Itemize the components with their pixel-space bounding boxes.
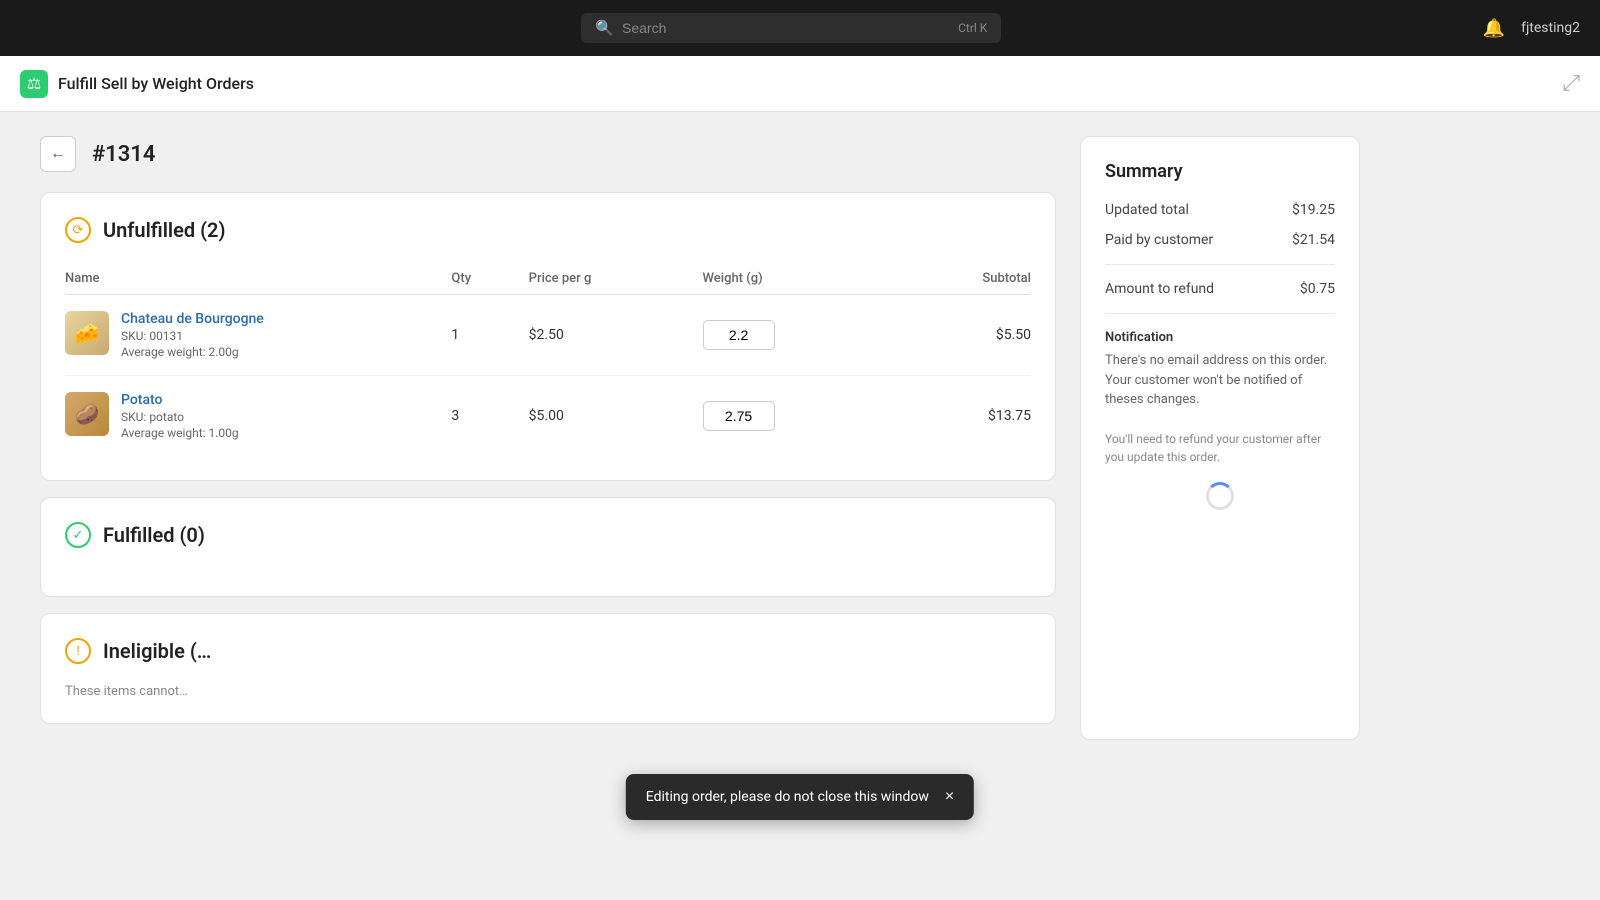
product-info: Potato SKU: potato Average weight: 1.00g <box>121 392 239 440</box>
updated-total-value: $19.25 <box>1292 202 1335 218</box>
ineligible-description: These items cannot… <box>65 684 1031 699</box>
fulfilled-card: ✓ Fulfilled (0) <box>40 497 1056 597</box>
search-input[interactable] <box>622 20 950 36</box>
col-price-per-g: Price per g <box>529 263 703 295</box>
unfulfilled-title: Unfulfilled (2) <box>103 218 226 242</box>
product-avg-weight: Average weight: 1.00g <box>121 426 239 440</box>
weight-cell[interactable] <box>703 295 877 376</box>
weight-input[interactable] <box>703 401 775 431</box>
summary-updated-total: Updated total $19.25 <box>1105 202 1335 218</box>
subtotal-cell: $5.50 <box>876 295 1031 376</box>
summary-title: Summary <box>1105 161 1335 182</box>
search-shortcut: Ctrl K <box>958 21 987 35</box>
main-content: ← #1314 ⟳ Unfulfilled (2) Name Qty Price… <box>0 112 1400 764</box>
page-title: Fulfill Sell by Weight Orders <box>58 74 254 93</box>
unfulfilled-header: ⟳ Unfulfilled (2) <box>65 217 1031 243</box>
search-icon: 🔍 <box>595 19 614 37</box>
order-number: #1314 <box>92 142 155 167</box>
product-thumbnail: 🧀 <box>65 311 109 355</box>
summary-paid-by-customer: Paid by customer $21.54 <box>1105 232 1335 248</box>
amount-to-refund-value: $0.75 <box>1300 281 1335 297</box>
fulfilled-icon: ✓ <box>65 522 91 548</box>
summary-card: Summary Updated total $19.25 Paid by cus… <box>1080 136 1360 740</box>
updated-total-label: Updated total <box>1105 202 1189 218</box>
nav-expand-icon[interactable]: ⤢ <box>1562 71 1580 96</box>
paid-by-customer-label: Paid by customer <box>1105 232 1213 248</box>
summary-divider-2 <box>1105 313 1335 314</box>
product-sku: SKU: potato <box>121 410 239 424</box>
product-name[interactable]: Chateau de Bourgogne <box>121 311 264 327</box>
fulfilled-title: Fulfilled (0) <box>103 523 205 547</box>
product-thumbnail: 🥔 <box>65 392 109 436</box>
back-button[interactable]: ← <box>40 136 76 172</box>
nav-right: 🔔 fjtesting2 <box>1483 18 1580 39</box>
qty-cell: 1 <box>451 295 528 376</box>
col-qty: Qty <box>451 263 528 295</box>
product-avg-weight: Average weight: 2.00g <box>121 345 264 359</box>
price-per-g-cell: $5.00 <box>529 376 703 457</box>
loading-spinner <box>1206 482 1234 510</box>
amount-to-refund-label: Amount to refund <box>1105 281 1214 297</box>
col-weight-g: Weight (g) <box>703 263 877 295</box>
unfulfilled-icon: ⟳ <box>65 217 91 243</box>
unfulfilled-table: Name Qty Price per g Weight (g) Subtotal… <box>65 263 1031 456</box>
col-name: Name <box>65 263 451 295</box>
ineligible-icon: ! <box>65 638 91 664</box>
ineligible-title: Ineligible (… <box>103 639 211 663</box>
app-icon: ⚖ <box>20 70 48 98</box>
subtotal-cell: $13.75 <box>876 376 1031 457</box>
refund-text: You'll need to refund your customer afte… <box>1105 430 1335 466</box>
product-cell: 🥔 Potato SKU: potato Average weight: 1.0… <box>65 392 451 440</box>
left-column: ← #1314 ⟳ Unfulfilled (2) Name Qty Price… <box>40 136 1056 740</box>
price-per-g-cell: $2.50 <box>529 295 703 376</box>
product-sku: SKU: 00131 <box>121 329 264 343</box>
bell-icon[interactable]: 🔔 <box>1483 18 1505 39</box>
table-row: 🥔 Potato SKU: potato Average weight: 1.0… <box>65 376 1031 457</box>
notification-text: There's no email address on this order. … <box>1105 351 1335 410</box>
summary-amount-to-refund: Amount to refund $0.75 <box>1105 281 1335 297</box>
table-row: 🧀 Chateau de Bourgogne SKU: 00131 Averag… <box>65 295 1031 376</box>
toast-notification: Editing order, please do not close this … <box>626 774 974 820</box>
unfulfilled-card: ⟳ Unfulfilled (2) Name Qty Price per g W… <box>40 192 1056 481</box>
order-title-row: ← #1314 <box>40 136 1056 172</box>
search-bar[interactable]: 🔍 Ctrl K <box>581 13 1001 43</box>
product-cell: 🧀 Chateau de Bourgogne SKU: 00131 Averag… <box>65 311 451 359</box>
notification-label: Notification <box>1105 330 1335 345</box>
summary-divider <box>1105 264 1335 265</box>
product-info: Chateau de Bourgogne SKU: 00131 Average … <box>121 311 264 359</box>
page-header: ⚖ Fulfill Sell by Weight Orders ⤢ <box>0 56 1600 112</box>
col-subtotal: Subtotal <box>876 263 1031 295</box>
weight-cell[interactable] <box>703 376 877 457</box>
user-label: fjtesting2 <box>1521 20 1580 36</box>
product-name[interactable]: Potato <box>121 392 239 408</box>
ineligible-header: ! Ineligible (… <box>65 638 1031 664</box>
top-navigation: 🔍 Ctrl K 🔔 fjtesting2 <box>0 0 1600 56</box>
fulfilled-header: ✓ Fulfilled (0) <box>65 522 1031 548</box>
toast-message: Editing order, please do not close this … <box>646 789 929 805</box>
paid-by-customer-value: $21.54 <box>1292 232 1335 248</box>
qty-cell: 3 <box>451 376 528 457</box>
ineligible-card: ! Ineligible (… These items cannot… <box>40 613 1056 724</box>
weight-input[interactable] <box>703 320 775 350</box>
toast-close-button[interactable]: × <box>945 788 954 806</box>
